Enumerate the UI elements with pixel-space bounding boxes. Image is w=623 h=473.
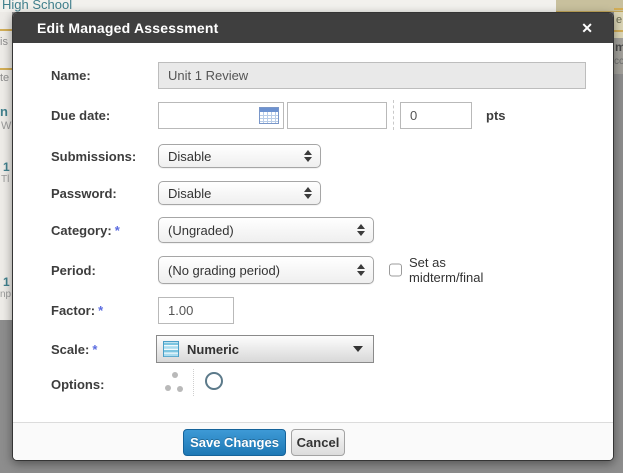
submissions-select[interactable]: Disable [158, 144, 321, 168]
background-school-link: High School [2, 0, 72, 12]
select-stepper-icon [304, 187, 312, 199]
period-label: Period: [51, 263, 155, 278]
name-field[interactable] [158, 62, 586, 89]
dialog-title: Edit Managed Assessment [37, 20, 218, 36]
background-text-fragment: n ( [0, 104, 12, 119]
options-label: Options: [51, 377, 155, 392]
calendar-icon[interactable] [259, 107, 279, 124]
dots-cluster-icon[interactable] [164, 372, 184, 392]
background-text-fragment: is [0, 36, 8, 48]
scale-label: Scale:* [51, 342, 155, 357]
dialog-header: Edit Managed Assessment ✕ [13, 13, 613, 43]
due-date-label: Due date: [51, 108, 155, 123]
cancel-button[interactable]: Cancel [291, 429, 345, 456]
midterm-final-checkbox-label: Set as midterm/final [409, 255, 483, 285]
category-select[interactable]: (Ungraded) [158, 217, 374, 243]
required-asterisk: * [115, 223, 120, 238]
submissions-label: Submissions: [51, 149, 155, 164]
category-select-value: (Ungraded) [168, 223, 234, 238]
background-divider [614, 8, 623, 10]
numeric-scale-icon [163, 341, 179, 357]
required-asterisk: * [92, 342, 97, 357]
password-select[interactable]: Disable [158, 181, 321, 205]
midterm-final-checkbox[interactable] [389, 264, 402, 277]
scale-dropdown-value: Numeric [187, 342, 239, 357]
background-page-top: High School [0, 0, 556, 12]
scale-dropdown[interactable]: Numeric [156, 335, 374, 363]
background-text-fragment: W [1, 120, 11, 132]
background-page-top-right [556, 0, 623, 12]
background-divider [0, 68, 12, 70]
background-text-fragment: Tl [1, 174, 9, 185]
submissions-select-value: Disable [168, 149, 211, 164]
factor-label: Factor:* [51, 303, 155, 318]
period-select[interactable]: (No grading period) [158, 256, 374, 284]
due-date-field-wrap [158, 102, 284, 129]
save-changes-button[interactable]: Save Changes [183, 429, 286, 456]
edit-managed-assessment-dialog: Edit Managed Assessment ✕ Name: Due date… [12, 12, 614, 461]
background-divider [614, 30, 623, 32]
points-field[interactable] [400, 102, 472, 129]
dialog-footer: Save Changes Cancel [13, 422, 613, 461]
password-label: Password: [51, 186, 155, 201]
points-unit-label: pts [486, 108, 506, 123]
close-icon[interactable]: ✕ [581, 21, 593, 35]
required-asterisk: * [98, 303, 103, 318]
background-text-fragment: 1 [3, 275, 10, 289]
select-stepper-icon [304, 150, 312, 162]
due-time-field[interactable] [287, 102, 387, 129]
name-label: Name: [51, 68, 155, 83]
factor-field[interactable] [158, 297, 234, 324]
background-text-fragment: e [616, 14, 622, 26]
background-divider [0, 29, 12, 31]
select-stepper-icon [357, 224, 365, 236]
circle-option-icon[interactable] [205, 372, 223, 390]
background-page-left: is te n ( W 1 Tl 1 np [0, 12, 12, 320]
due-date-divider [393, 100, 394, 130]
select-stepper-icon [357, 264, 365, 276]
background-text-fragment: te [0, 72, 9, 84]
chevron-down-icon [353, 346, 363, 352]
options-divider [193, 369, 194, 396]
background-text-fragment: cc [614, 56, 623, 67]
password-select-value: Disable [168, 186, 211, 201]
category-label: Category:* [51, 223, 155, 238]
period-select-value: (No grading period) [168, 263, 280, 278]
background-text-fragment: 1 [3, 160, 10, 174]
background-text-fragment: m [615, 40, 623, 54]
background-text-fragment: np [0, 289, 11, 300]
